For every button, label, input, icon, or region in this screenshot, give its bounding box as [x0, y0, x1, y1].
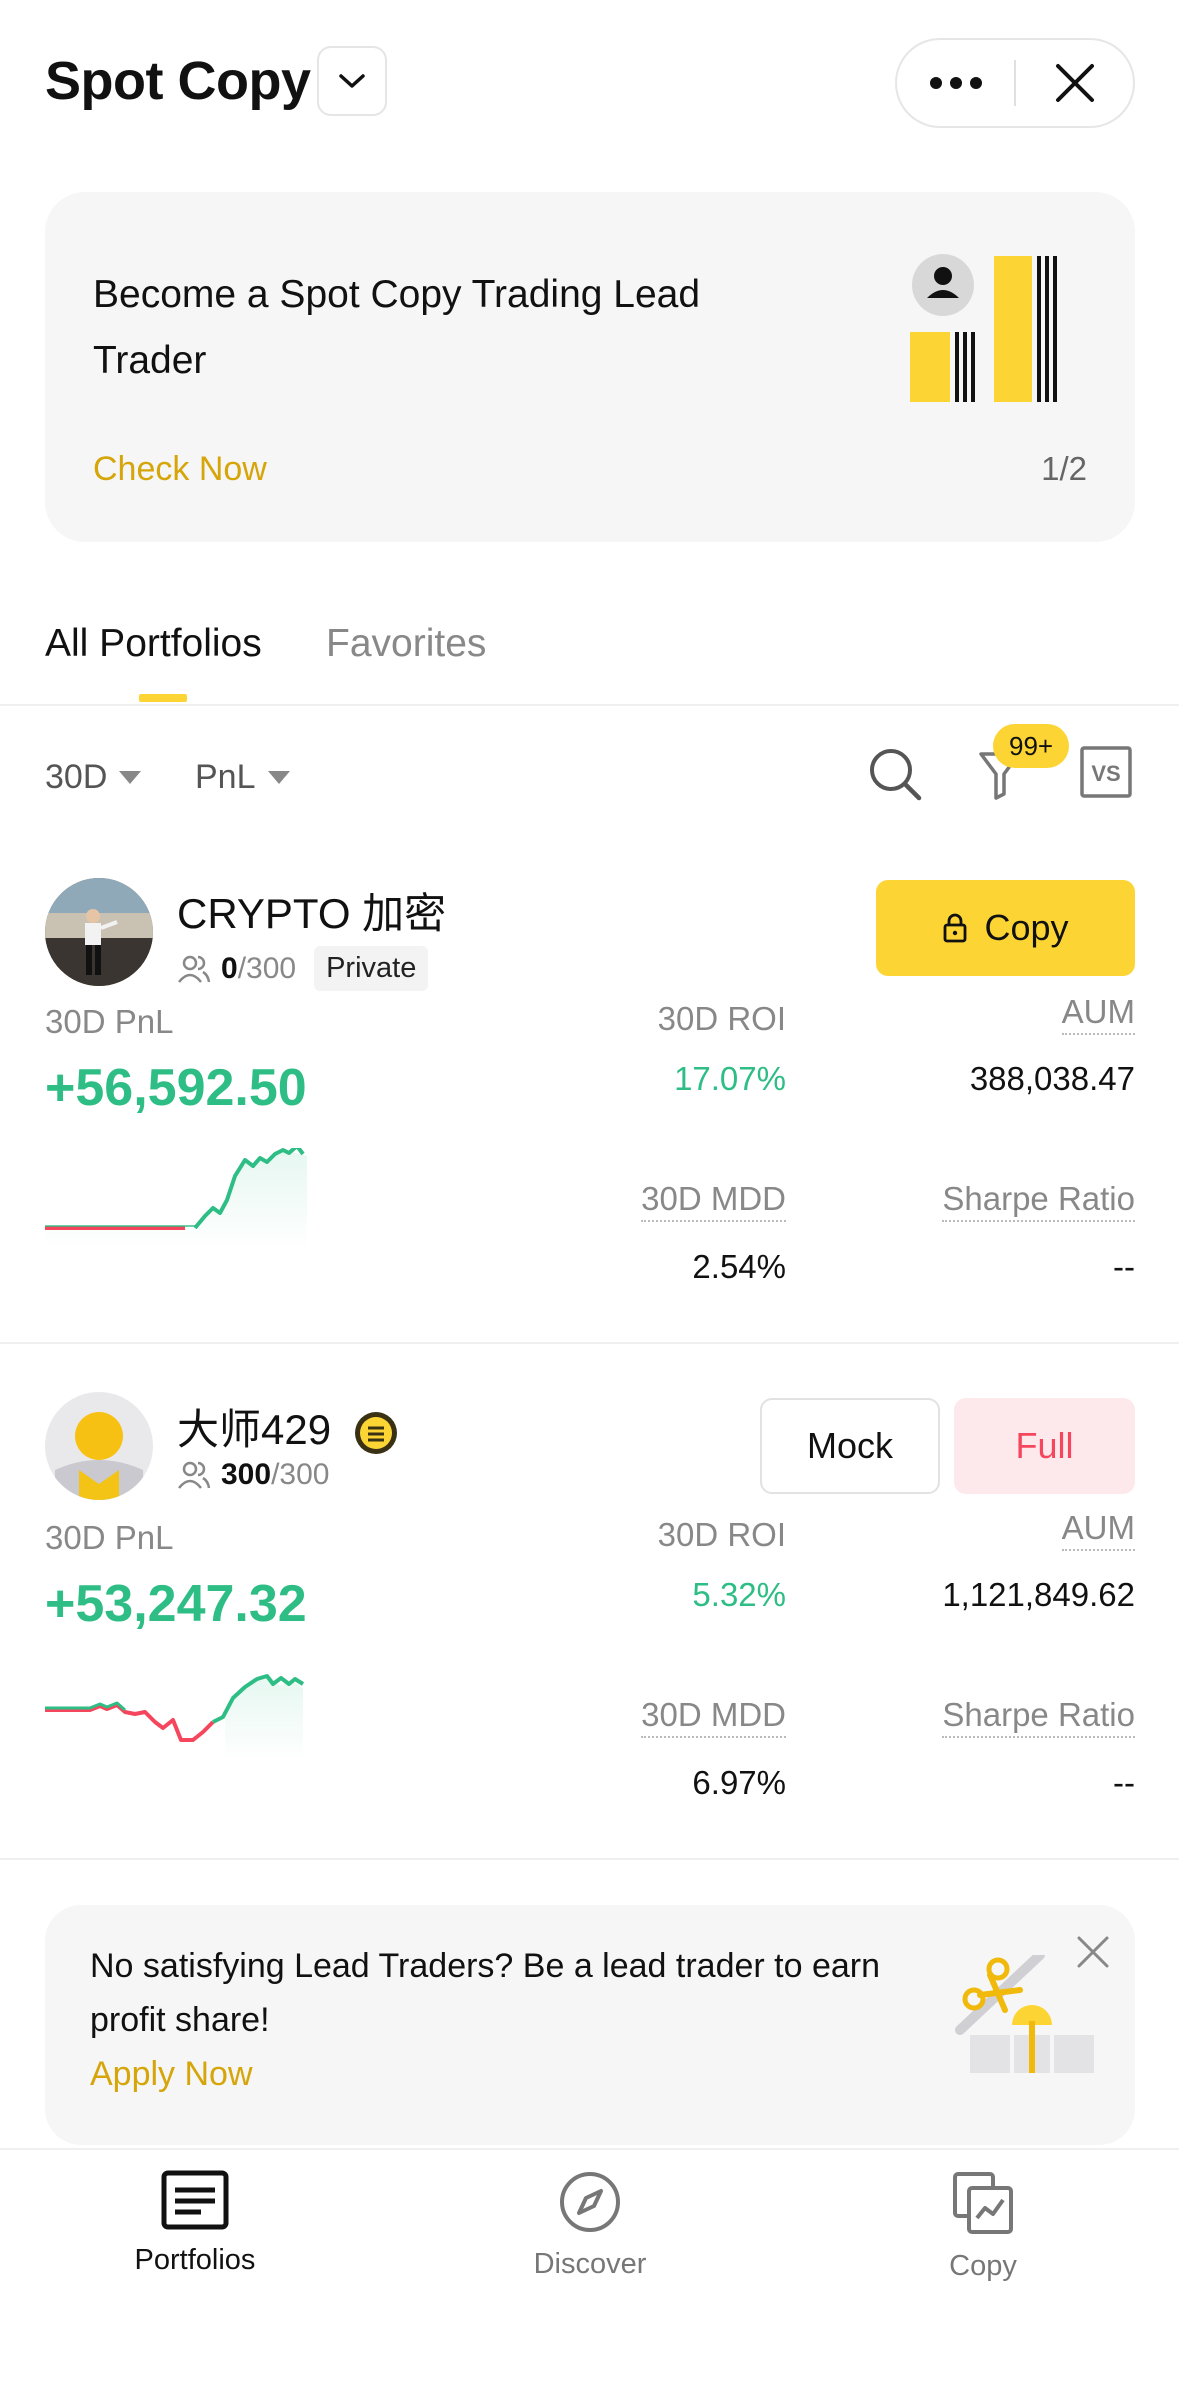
- sort-label: PnL: [195, 758, 256, 796]
- lock-icon: [944, 913, 967, 943]
- aum-label[interactable]: AUM: [1061, 993, 1135, 1035]
- verified-badge-icon: [354, 1411, 397, 1454]
- compare-button[interactable]: VS: [1080, 746, 1132, 798]
- filter-count-badge: 99+: [993, 724, 1070, 768]
- banner-page-indicator: 1/2: [1041, 450, 1087, 487]
- sharpe-label[interactable]: Sharpe Ratio: [942, 1696, 1135, 1738]
- portfolio-tabs: All Portfolios Favorites: [0, 600, 1179, 706]
- search-icon: [870, 749, 922, 801]
- pnl-value: +56,592.50: [45, 1059, 307, 1117]
- full-button[interactable]: Full: [954, 1398, 1135, 1494]
- sharpe-label[interactable]: Sharpe Ratio: [942, 1180, 1135, 1222]
- lead-trader-banner[interactable]: Become a Spot Copy Trading Lead Trader C…: [45, 192, 1135, 542]
- tab-all-portfolios[interactable]: All Portfolios: [45, 622, 262, 666]
- trader-followers: 300/300: [177, 1458, 329, 1492]
- followers-icon: [178, 1461, 211, 1489]
- compass-icon: [560, 2172, 620, 2232]
- tab-favorites[interactable]: Favorites: [326, 622, 486, 666]
- aum-value: 388,038.47: [969, 1060, 1135, 1097]
- pnl-sparkline: [45, 1148, 307, 1248]
- trader-avatar: [45, 878, 153, 986]
- gift-illustration: [955, 1955, 1094, 2073]
- portfolios-icon: [161, 2170, 229, 2230]
- nav-copy[interactable]: Copy: [863, 2170, 1103, 2283]
- title-dropdown-button[interactable]: [317, 46, 387, 116]
- mdd-label[interactable]: 30D MDD: [641, 1696, 786, 1738]
- copy-chart-icon: [953, 2172, 1013, 2234]
- pnl-sparkline: [45, 1674, 305, 1762]
- followers-count: 0: [221, 951, 238, 985]
- copy-button[interactable]: Copy: [876, 880, 1135, 976]
- more-button[interactable]: [897, 40, 1014, 126]
- search-button[interactable]: [865, 744, 925, 804]
- nav-portfolios[interactable]: Portfolios: [75, 2170, 315, 2277]
- trader-name-text: 大师429: [177, 1406, 332, 1453]
- copy-button-label: Copy: [984, 907, 1069, 948]
- page-title: Spot Copy: [45, 51, 311, 111]
- trader-name[interactable]: 大师429: [177, 1396, 399, 1457]
- close-button[interactable]: [1016, 40, 1133, 126]
- nav-label: Portfolios: [134, 2244, 256, 2276]
- close-icon: [1055, 64, 1094, 102]
- pnl-label: 30D PnL: [45, 1519, 174, 1556]
- roi-value: 5.32%: [692, 1576, 786, 1613]
- sharpe-value: --: [1113, 1764, 1135, 1801]
- bottom-navigation: Portfolios Discover Copy: [0, 2148, 1179, 2396]
- apply-now-link[interactable]: Apply Now: [90, 2055, 253, 2094]
- pnl-label: 30D PnL: [45, 1003, 174, 1040]
- nav-discover[interactable]: Discover: [470, 2170, 710, 2281]
- mock-button[interactable]: Mock: [760, 1398, 940, 1494]
- lead-trader-promo: No satisfying Lead Traders? Be a lead tr…: [45, 1905, 1135, 2145]
- period-dropdown[interactable]: 30D: [45, 758, 142, 797]
- sort-dropdown[interactable]: PnL: [195, 758, 290, 797]
- aum-label[interactable]: AUM: [1061, 1509, 1135, 1551]
- compare-label: VS: [1091, 761, 1120, 786]
- followers-max: /300: [271, 1458, 330, 1491]
- pnl-value: +53,247.32: [45, 1575, 307, 1633]
- app-header: Spot Copy: [0, 0, 1179, 170]
- promo-text: No satisfying Lead Traders? Be a lead tr…: [90, 1947, 881, 2039]
- mdd-value: 2.54%: [692, 1248, 786, 1285]
- caret-down-icon: [119, 771, 142, 784]
- trader-followers: 0/300 Private: [177, 946, 429, 991]
- banner-text: Become a Spot Copy Trading Lead Trader: [93, 273, 701, 382]
- more-dots-icon: [929, 77, 982, 89]
- compare-vs-icon: VS: [1080, 746, 1132, 798]
- trader-avatar: [45, 1392, 153, 1500]
- caret-down-icon: [267, 771, 290, 784]
- trader-card[interactable]: CRYPTO 加密 0/300 Private Copy 30D PnL +56…: [0, 828, 1179, 1344]
- followers-count: 300: [221, 1458, 272, 1491]
- nav-label: Copy: [949, 2250, 1017, 2282]
- aum-value: 1,121,849.62: [942, 1576, 1135, 1613]
- period-label: 30D: [45, 758, 108, 796]
- followers-icon: [178, 955, 211, 983]
- followers-max: /300: [237, 951, 297, 985]
- check-now-link[interactable]: Check Now: [93, 450, 267, 489]
- roi-label: 30D ROI: [657, 1516, 786, 1553]
- nav-label: Discover: [533, 2248, 647, 2280]
- mdd-label[interactable]: 30D MDD: [641, 1180, 786, 1222]
- trader-card[interactable]: 大师429 300/300 Mock Full 30D PnL +53,247.…: [0, 1344, 1179, 1860]
- roi-value: 17.07%: [674, 1060, 786, 1097]
- lead-trader-illustration: [910, 254, 1057, 402]
- roi-label: 30D ROI: [657, 1000, 786, 1037]
- active-tab-indicator: [139, 694, 187, 702]
- header-actions: [895, 38, 1135, 128]
- mdd-value: 6.97%: [692, 1764, 786, 1801]
- chevron-down-icon: [339, 74, 365, 88]
- trader-name[interactable]: CRYPTO 加密: [177, 880, 446, 941]
- sharpe-value: --: [1113, 1248, 1135, 1285]
- private-tag: Private: [314, 946, 429, 991]
